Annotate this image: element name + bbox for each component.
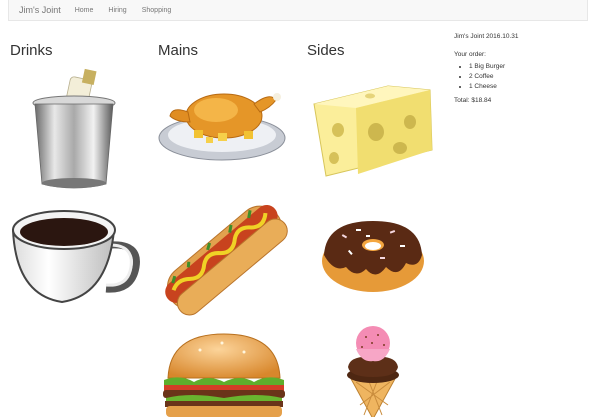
order-item: 2 Coffee bbox=[469, 73, 588, 81]
menu-item-burger[interactable] bbox=[160, 333, 288, 417]
navbar: Jim's Joint Home Hiring Shopping bbox=[8, 0, 588, 21]
order-label: Your order: bbox=[454, 51, 486, 58]
drinks-heading: Drinks bbox=[10, 42, 53, 59]
menu-item-cheese[interactable] bbox=[310, 80, 434, 178]
nav-link-shopping[interactable]: Shopping bbox=[142, 7, 172, 14]
order-item: 1 Cheese bbox=[469, 83, 588, 91]
order-list: 1 Big Burger 2 Coffee 1 Cheese bbox=[469, 63, 588, 91]
order-total: Total: $18.84 bbox=[454, 96, 492, 104]
menu-item-ice-cream[interactable] bbox=[344, 326, 402, 417]
menu-item-donut[interactable] bbox=[320, 215, 426, 295]
menu-item-roast-chicken[interactable] bbox=[158, 82, 288, 167]
menu-item-hot-dog[interactable] bbox=[160, 200, 288, 316]
nav-link-home[interactable]: Home bbox=[75, 7, 94, 14]
order-summary: Jim's Joint 2016.10.31 Your order: 1 Big… bbox=[454, 33, 588, 104]
brand-link[interactable]: Jim's Joint bbox=[19, 5, 61, 15]
menu-item-champagne[interactable] bbox=[30, 66, 120, 190]
donut-icon bbox=[322, 221, 424, 292]
nav-link-hiring[interactable]: Hiring bbox=[108, 7, 126, 14]
champagne-bucket-icon bbox=[32, 68, 116, 189]
coffee-cup-icon bbox=[11, 210, 140, 304]
menu-item-coffee[interactable] bbox=[10, 205, 140, 305]
order-title: Jim's Joint 2016.10.31 bbox=[454, 33, 519, 40]
sides-heading: Sides bbox=[307, 42, 345, 59]
roast-chicken-icon bbox=[158, 93, 286, 161]
order-item: 1 Big Burger bbox=[469, 63, 588, 71]
hot-dog-icon bbox=[165, 205, 288, 316]
mains-heading: Mains bbox=[158, 42, 199, 59]
cheese-icon bbox=[313, 85, 433, 177]
ice-cream-icon bbox=[347, 326, 399, 417]
burger-icon bbox=[163, 333, 285, 417]
